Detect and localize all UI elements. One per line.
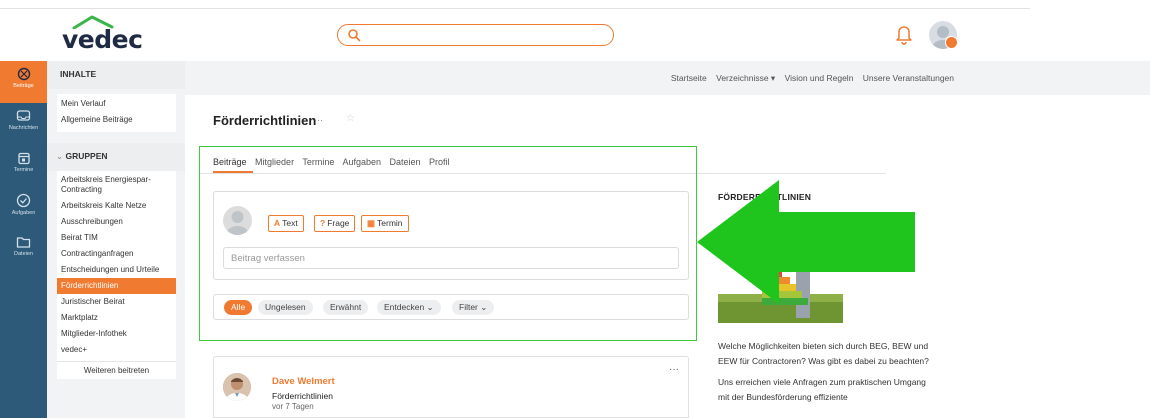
rail-label: Nachrichten <box>8 125 39 131</box>
sidebar-item-allgemeine-beitraege[interactable]: Allgemeine Beiträge <box>57 112 176 128</box>
sidebar-group-item[interactable]: Mitglieder-Infothek <box>57 326 176 342</box>
author-photo-icon <box>223 373 251 401</box>
secondary-nav-items: Startseite Verzeichnisse ▾ Vision und Re… <box>664 73 954 84</box>
post-more-options-icon[interactable]: ··· <box>669 364 679 375</box>
favorite-star-icon[interactable]: ☆ <box>346 113 355 124</box>
contributions-icon <box>17 67 30 81</box>
sidebar-group-item-active[interactable]: Förderrichtlinien <box>57 278 176 294</box>
sidebar-content-panel: Mein Verlauf Allgemeine Beiträge <box>57 94 176 132</box>
rail-item-aufgaben[interactable]: Aufgaben <box>0 187 47 229</box>
join-more-groups-button[interactable]: Weiteren beitreten <box>57 361 176 379</box>
logo-text: vedec <box>62 25 143 54</box>
sidebar-item-mein-verlauf[interactable]: Mein Verlauf <box>57 96 176 112</box>
right-panel-paragraph: Welche Möglichkeiten bieten sich durch B… <box>718 341 929 366</box>
messages-icon <box>16 110 31 121</box>
right-panel-description: Welche Möglichkeiten bieten sich durch B… <box>718 339 938 411</box>
notifications-bell-icon[interactable] <box>894 23 914 45</box>
rail-item-termine[interactable]: Termine <box>0 145 47 187</box>
sidebar-group-item[interactable]: Beirat TIM <box>57 230 176 246</box>
calendar-icon <box>17 152 30 165</box>
highlight-box <box>199 146 697 341</box>
pointer-arrow-icon <box>697 180 915 304</box>
page-title: Förderrichtlinien <box>213 113 317 128</box>
post-group-name[interactable]: Förderrichtlinien <box>272 391 333 401</box>
vedec-logo[interactable]: vedec <box>62 15 152 57</box>
left-rail: Beiträge Nachrichten Termine Aufgaben Da… <box>0 61 47 418</box>
nav-startseite[interactable]: Startseite <box>671 73 707 83</box>
sidebar-group-item[interactable]: Arbeitskreis Energiespar-Contracting <box>57 172 176 198</box>
sidebar-group-item[interactable]: Marktplatz <box>57 310 176 326</box>
sidebar-groups-label: GRUPPEN <box>65 151 108 161</box>
user-menu-badge[interactable] <box>945 36 958 49</box>
rail-item-nachrichten[interactable]: Nachrichten <box>0 103 47 145</box>
sidebar-groups-panel: Arbeitskreis Energiespar-Contracting Arb… <box>57 171 176 379</box>
sidebar-heading-gruppen[interactable]: ⌄ GRUPPEN <box>47 143 185 171</box>
nav-verzeichnisse[interactable]: Verzeichnisse ▾ <box>716 73 775 83</box>
secondary-nav: Startseite Verzeichnisse ▾ Vision und Re… <box>185 61 1150 95</box>
more-options-icon[interactable]: ··· <box>314 115 323 125</box>
sidebar-group-item[interactable]: Juristischer Beirat <box>57 294 176 310</box>
nav-unsere-veranstaltungen[interactable]: Unsere Veranstaltungen <box>863 73 954 83</box>
rail-item-dateien[interactable]: Dateien <box>0 229 47 271</box>
sidebar: INHALTE Mein Verlauf Allgemeine Beiträge… <box>47 61 185 418</box>
rail-item-beitraege[interactable]: Beiträge <box>0 61 47 103</box>
right-panel-paragraph: Uns erreichen viele Anfragen zum praktis… <box>718 377 926 402</box>
rail-label: Dateien <box>14 251 33 257</box>
search-input[interactable] <box>366 27 606 43</box>
feed-post: Dave Welmert Förderrichtlinien vor 7 Tag… <box>213 356 689 418</box>
folder-icon <box>16 237 31 248</box>
post-author-avatar[interactable] <box>223 373 251 401</box>
post-author-name[interactable]: Dave Welmert <box>272 376 335 387</box>
sidebar-group-item[interactable]: Contractinganfragen <box>57 246 176 262</box>
top-header: vedec <box>0 9 1150 61</box>
rail-label: Beiträge <box>13 83 34 89</box>
search-bar[interactable] <box>337 24 614 46</box>
tasks-icon <box>16 193 31 208</box>
sidebar-group-item[interactable]: vedec+ <box>57 342 176 358</box>
nav-vision-und-regeln[interactable]: Vision und Regeln <box>785 73 854 83</box>
sidebar-heading-inhalte: INHALTE <box>47 61 185 89</box>
rail-label: Termine <box>13 167 34 173</box>
app-window: vedec Beiträge Nachrichten Termine Aufga… <box>0 0 1150 418</box>
search-icon <box>348 29 361 42</box>
sidebar-group-item[interactable]: Entscheidungen und Urteile <box>57 262 176 278</box>
post-timestamp: vor 7 Tagen <box>272 402 314 411</box>
right-panel-divider <box>705 173 886 174</box>
sidebar-group-item[interactable]: Ausschreibungen <box>57 214 176 230</box>
rail-label: Aufgaben <box>11 210 36 216</box>
sidebar-group-item[interactable]: Arbeitskreis Kalte Netze <box>57 198 176 214</box>
